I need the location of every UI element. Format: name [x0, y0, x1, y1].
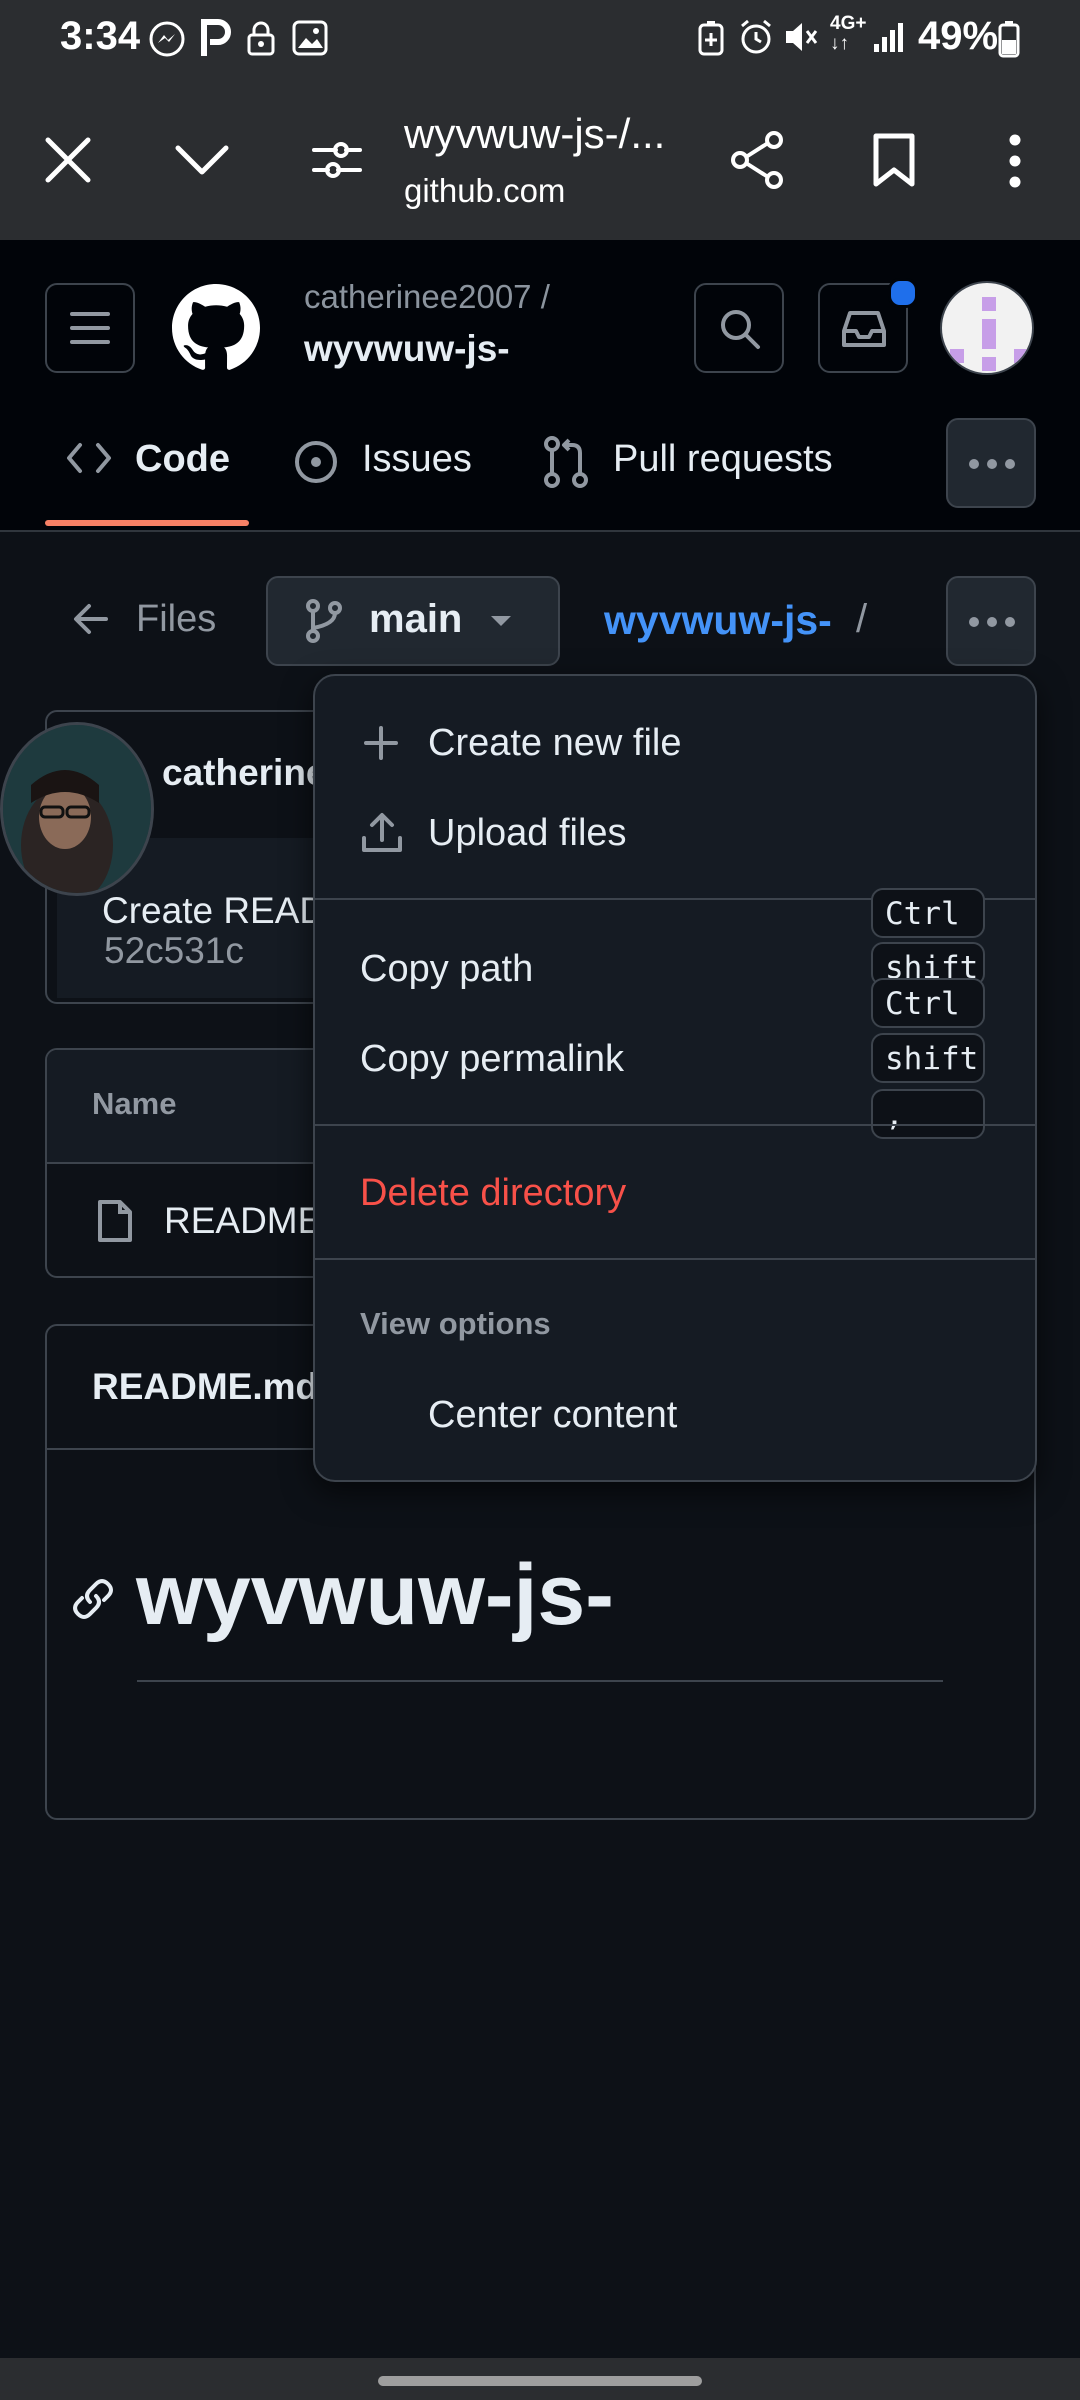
files-label[interactable]: Files: [136, 598, 216, 641]
image-icon: [292, 20, 328, 56]
more-tabs-button[interactable]: [946, 418, 1036, 508]
more-vert-icon[interactable]: [1006, 134, 1024, 188]
plus-icon: [362, 724, 400, 762]
divider: [47, 1162, 343, 1164]
signal-icon: [872, 20, 906, 54]
tab-pull-requests[interactable]: Pull requests: [613, 438, 833, 481]
readme-heading: wyvwuw-js-: [136, 1547, 614, 1643]
notification-dot: [888, 278, 918, 308]
branch-name: main: [369, 597, 463, 641]
battery-saver-icon: [696, 20, 726, 56]
repo-owner-link[interactable]: catherinee2007 /: [304, 278, 550, 316]
repo-name-link[interactable]: wyvwuw-js-: [304, 328, 510, 370]
alarm-icon: [738, 18, 774, 56]
battery-percent: 49%: [918, 14, 999, 58]
caret-down-icon: [489, 614, 513, 628]
home-gesture-handle[interactable]: [378, 2376, 702, 2386]
commit-message[interactable]: Create READ: [102, 890, 326, 932]
avatar[interactable]: [940, 281, 1034, 375]
bookmark-icon[interactable]: [872, 132, 916, 188]
heading-rule: [137, 1680, 943, 1682]
tab-code-underline: [45, 520, 249, 526]
copy-path-item[interactable]: Copy path: [360, 948, 533, 991]
messenger-icon: [148, 20, 186, 58]
upload-files-item[interactable]: Upload files: [428, 812, 627, 855]
page-host[interactable]: github.com: [404, 172, 565, 210]
kbd-comma: ,: [871, 1089, 985, 1139]
search-button[interactable]: [694, 283, 784, 373]
name-column-header: Name: [92, 1086, 177, 1121]
close-tab-icon[interactable]: [42, 134, 94, 186]
copy-permalink-item[interactable]: Copy permalink: [360, 1038, 624, 1081]
page-title[interactable]: wyvwuw-js-/...: [404, 110, 694, 158]
arrow-left-icon[interactable]: [72, 602, 110, 636]
breadcrumb-separator: /: [856, 597, 868, 641]
link-icon[interactable]: [70, 1576, 116, 1622]
commit-sha[interactable]: 52c531c: [104, 930, 244, 972]
breadcrumb-repo-link[interactable]: wyvwuw-js-: [604, 597, 832, 644]
inbox-icon: [840, 309, 888, 349]
create-new-file-item[interactable]: Create new file: [428, 722, 681, 765]
mute-icon: [782, 18, 820, 56]
kebab-horizontal-icon: [968, 458, 1016, 470]
menu-divider: [315, 1124, 1035, 1126]
kbd-ctrl: Ctrl: [871, 978, 985, 1028]
menu-icon: [69, 310, 111, 346]
commit-author[interactable]: catherine: [162, 752, 327, 794]
menu-divider: [315, 1258, 1035, 1260]
git-branch-icon: [305, 598, 343, 644]
upload-icon: [360, 812, 404, 854]
lock-icon: [246, 20, 276, 56]
browser-toolbar: [0, 78, 1080, 240]
code-icon: [66, 441, 112, 475]
network-type: 4G+ ↓↑: [830, 13, 867, 54]
commit-author-avatar[interactable]: [0, 722, 154, 896]
status-time: 3:34: [60, 14, 141, 58]
chevron-down-icon[interactable]: [174, 140, 230, 180]
readme-header[interactable]: README.md: [92, 1366, 318, 1408]
pull-request-icon: [543, 435, 589, 489]
github-logo-icon[interactable]: [172, 284, 260, 372]
delete-directory-item[interactable]: Delete directory: [360, 1172, 626, 1215]
kbd-ctrl: Ctrl: [871, 888, 985, 938]
file-row-readme[interactable]: README: [164, 1200, 322, 1242]
kebab-horizontal-icon: [968, 616, 1016, 628]
p-app-icon: [198, 18, 232, 58]
share-icon[interactable]: [730, 130, 786, 190]
center-content-item[interactable]: Center content: [428, 1394, 677, 1437]
search-icon: [718, 307, 762, 351]
battery-icon: [998, 20, 1020, 58]
hamburger-button[interactable]: [45, 283, 135, 373]
site-settings-icon[interactable]: [312, 138, 362, 182]
file-icon: [96, 1198, 134, 1244]
more-options-button[interactable]: [946, 576, 1036, 666]
tab-code[interactable]: Code: [135, 438, 230, 481]
kbd-shift: shift: [871, 1033, 985, 1083]
view-options-heading: View options: [360, 1306, 551, 1341]
issues-icon: [293, 439, 339, 485]
tab-issues[interactable]: Issues: [362, 438, 472, 481]
